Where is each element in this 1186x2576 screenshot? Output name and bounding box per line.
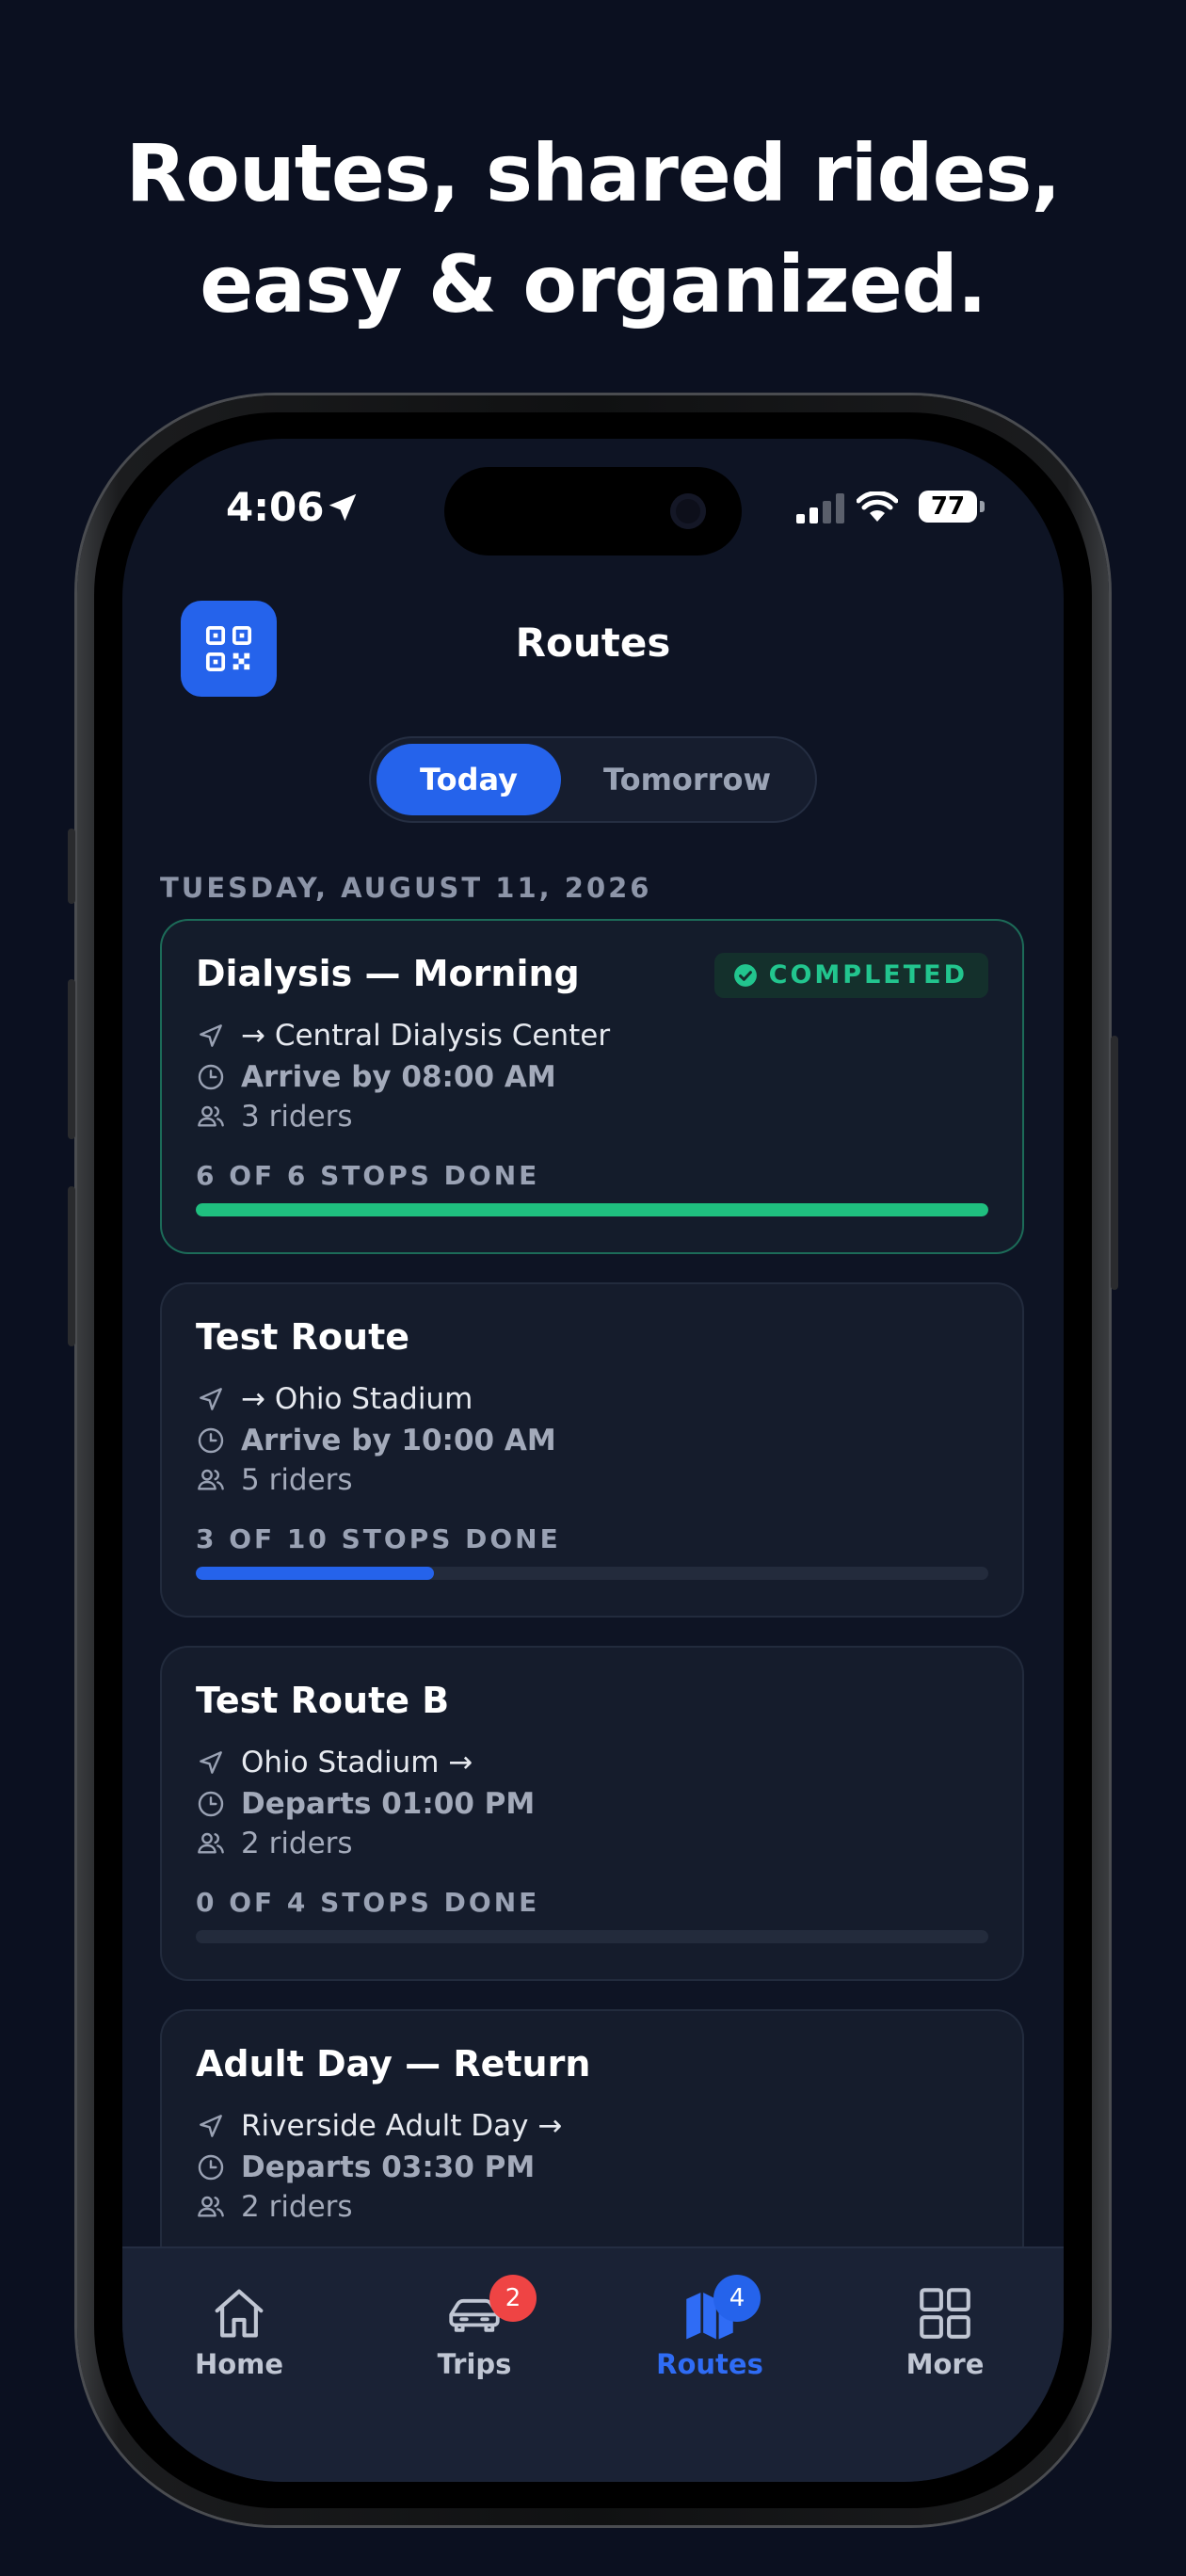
location-arrow-icon: [329, 493, 357, 522]
route-destination-row: Ohio Stadium →: [196, 1744, 473, 1781]
route-title: Test Route: [196, 1316, 410, 1358]
phone-volume-down: [68, 1186, 75, 1346]
route-destination: Riverside Adult Day →: [241, 2109, 563, 2143]
route-stops-progress-label: 3 OF 10 STOPS DONE: [196, 1523, 561, 1554]
route-progress-bar: [196, 1567, 988, 1580]
clock-icon: [198, 2154, 224, 2181]
tab-trips-label: Trips: [437, 2348, 512, 2380]
status-badge: COMPLETED: [713, 953, 988, 998]
date-header: TUESDAY, AUGUST 11, 2026: [160, 872, 652, 904]
navigation-arrow-icon: [200, 1024, 222, 1047]
route-card[interactable]: Test Route → Ohio Stadium Arrive by 10:0…: [160, 1282, 1024, 1618]
tab-routes[interactable]: Routes 4: [616, 2275, 804, 2380]
dynamic-island: [444, 467, 742, 555]
route-title: Dialysis — Morning: [196, 953, 580, 994]
route-riders-row: 3 riders: [196, 1098, 353, 1135]
phone-power-button: [1111, 1036, 1118, 1290]
route-riders: 2 riders: [241, 2190, 353, 2224]
route-destination: → Central Dialysis Center: [241, 1019, 611, 1053]
tab-routes-label: Routes: [656, 2348, 763, 2380]
tab-home-label: Home: [194, 2348, 284, 2380]
battery-indicator: 77: [919, 491, 977, 523]
route-destination-row: Riverside Adult Day →: [196, 2107, 562, 2145]
route-progress-bar: [196, 1930, 988, 1943]
cellular-signal-icon: [796, 493, 844, 523]
day-segmented-control: Today Tomorrow: [369, 736, 817, 823]
route-stops-progress-label: 0 OF 4 STOPS DONE: [196, 1887, 540, 1918]
route-riders: 2 riders: [241, 1827, 353, 1860]
wifi-icon: [857, 491, 898, 522]
users-icon: [198, 1469, 224, 1490]
route-stops-progress-label: 6 OF 6 STOPS DONE: [196, 1160, 540, 1191]
navigation-arrow-icon: [200, 1388, 222, 1410]
clock-icon: [198, 1791, 224, 1817]
route-destination: Ohio Stadium →: [241, 1746, 473, 1779]
tab-tomorrow[interactable]: Tomorrow: [576, 744, 798, 815]
route-destination-row: → Ohio Stadium: [196, 1380, 473, 1418]
users-icon: [198, 1832, 224, 1854]
status-bar: 4:06 77: [122, 439, 1064, 580]
route-time-row: Departs 03:30 PM: [196, 2149, 535, 2186]
status-time: 4:06: [226, 484, 325, 530]
route-riders-row: 5 riders: [196, 1461, 353, 1499]
route-card[interactable]: Dialysis — Morning COMPLETED → Central D…: [160, 919, 1024, 1254]
headline-line-1: Routes, shared rides,: [125, 127, 1062, 219]
route-progress-fill: [196, 1203, 988, 1216]
home-icon: [215, 2289, 264, 2338]
route-time: Arrive by 10:00 AM: [241, 1424, 556, 1457]
navigation-arrow-icon: [200, 2115, 222, 2137]
route-title: Adult Day — Return: [196, 2043, 591, 2085]
tab-home[interactable]: Home: [145, 2282, 333, 2380]
route-time: Departs 01:00 PM: [241, 1787, 536, 1821]
headline-line-2: easy & organized.: [200, 238, 987, 330]
battery-tip: [980, 501, 985, 512]
phone-action-button: [68, 829, 75, 904]
routes-count-badge: 4: [713, 2275, 761, 2322]
tab-today[interactable]: Today: [377, 744, 561, 815]
route-progress-bar: [196, 1203, 988, 1216]
route-riders-row: 2 riders: [196, 1825, 353, 1862]
tab-more[interactable]: More: [851, 2282, 1039, 2380]
route-title: Test Route B: [196, 1680, 450, 1721]
route-time-row: Arrive by 08:00 AM: [196, 1058, 556, 1096]
camera-icon: [670, 493, 706, 529]
clock-icon: [198, 1064, 224, 1090]
route-destination-row: → Central Dialysis Center: [196, 1017, 610, 1055]
phone-screen: 4:06 77 Routes Today Tomorrow TUESDAY, A…: [122, 439, 1064, 2482]
route-riders: 5 riders: [241, 1463, 353, 1497]
route-card[interactable]: Test Route B Ohio Stadium → Departs 01:0…: [160, 1646, 1024, 1981]
clock-icon: [198, 1427, 224, 1454]
users-icon: [198, 2196, 224, 2217]
route-time: Departs 03:30 PM: [241, 2150, 536, 2184]
grid-icon: [920, 2288, 970, 2339]
route-progress-fill: [196, 1567, 434, 1580]
route-riders-row: 2 riders: [196, 2188, 353, 2226]
bottom-tab-bar: Home Trips 2 Routes 4 More: [122, 2246, 1064, 2482]
page-title: Routes: [515, 620, 671, 666]
route-destination: → Ohio Stadium: [241, 1382, 473, 1416]
navigation-arrow-icon: [200, 1751, 222, 1774]
route-time: Arrive by 08:00 AM: [241, 1060, 556, 1094]
status-badge-label: COMPLETED: [768, 960, 968, 990]
marketing-headline: Routes, shared rides, easy & organized.: [0, 118, 1186, 340]
tab-more-label: More: [906, 2348, 985, 2380]
tab-trips[interactable]: Trips 2: [380, 2275, 569, 2380]
route-riders: 3 riders: [241, 1100, 353, 1134]
trips-count-badge: 2: [489, 2275, 537, 2322]
route-time-row: Arrive by 10:00 AM: [196, 1422, 556, 1459]
route-time-row: Departs 01:00 PM: [196, 1785, 535, 1823]
check-circle-icon: [733, 964, 757, 987]
users-icon: [198, 1105, 224, 1127]
phone-volume-up: [68, 979, 75, 1139]
